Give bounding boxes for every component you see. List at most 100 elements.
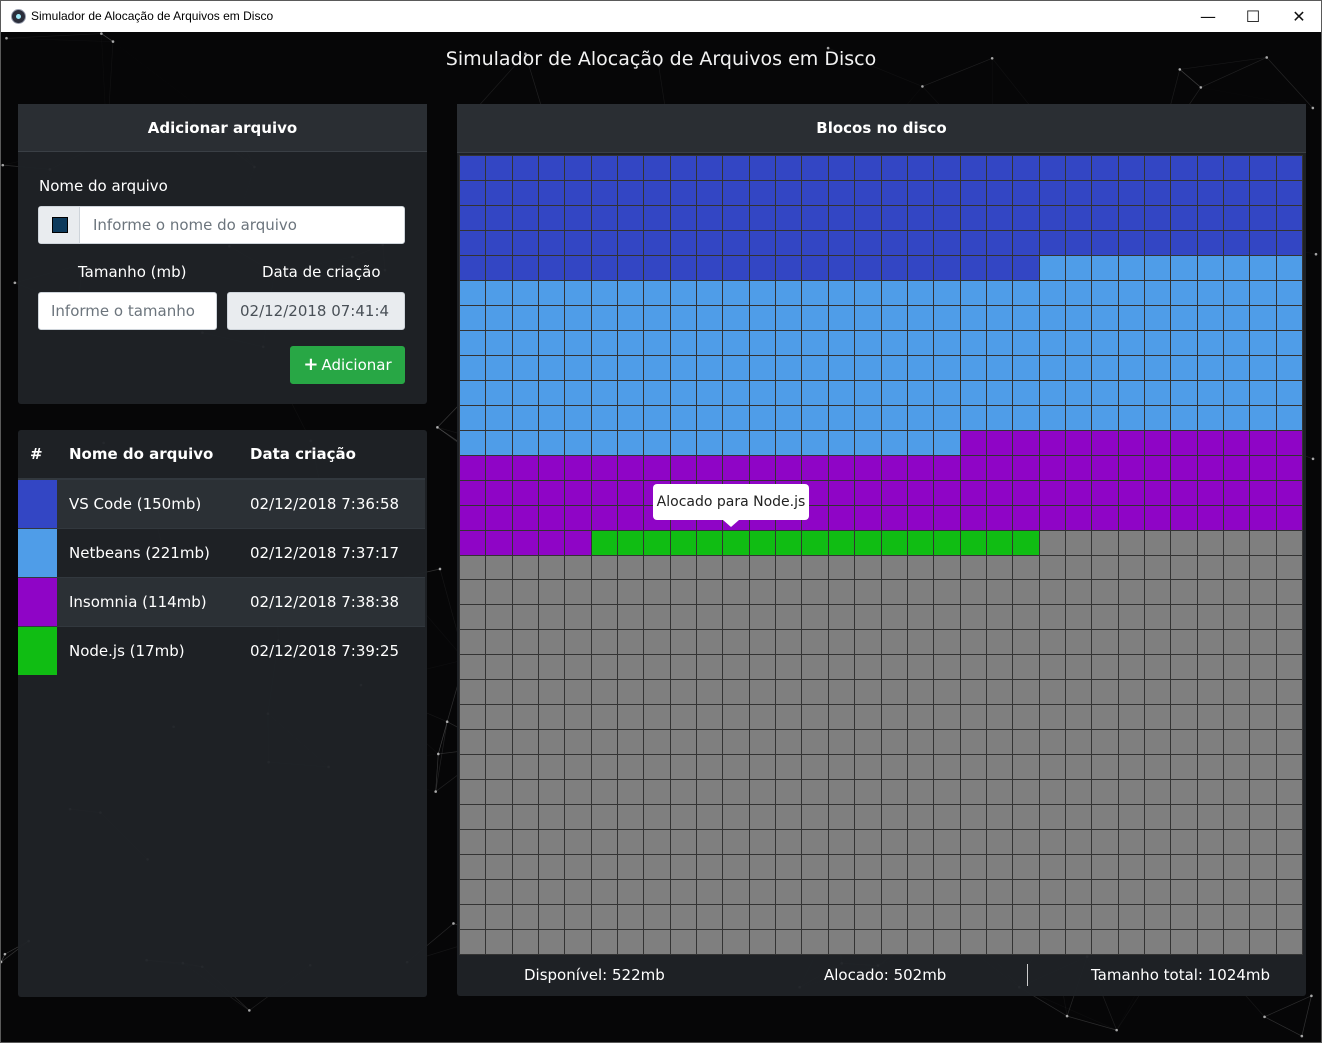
disk-block[interactable] [1039, 355, 1065, 380]
disk-block[interactable] [1171, 480, 1197, 505]
disk-block[interactable] [1197, 180, 1223, 205]
close-button[interactable]: ✕ [1276, 1, 1321, 32]
disk-block[interactable] [644, 755, 670, 780]
disk-block[interactable] [565, 405, 591, 430]
disk-block[interactable] [1250, 580, 1276, 605]
disk-block[interactable] [486, 480, 512, 505]
disk-block[interactable] [644, 830, 670, 855]
disk-block[interactable] [723, 830, 749, 855]
disk-block[interactable] [881, 855, 907, 880]
disk-block[interactable] [749, 405, 776, 430]
disk-block[interactable] [1065, 355, 1092, 380]
disk-block[interactable] [697, 156, 723, 180]
disk-block[interactable] [512, 780, 539, 805]
disk-block[interactable] [512, 605, 539, 630]
disk-block[interactable] [1171, 530, 1197, 555]
disk-block[interactable] [1065, 630, 1092, 655]
disk-block[interactable] [1250, 780, 1276, 805]
disk-block[interactable] [512, 330, 539, 355]
disk-block[interactable] [723, 605, 749, 630]
disk-block[interactable] [1039, 330, 1065, 355]
disk-block[interactable] [591, 805, 618, 830]
disk-block[interactable] [539, 430, 565, 455]
disk-block[interactable] [512, 180, 539, 205]
disk-block[interactable] [539, 555, 565, 580]
disk-block[interactable] [1250, 755, 1276, 780]
disk-block[interactable] [1276, 480, 1302, 505]
disk-block[interactable] [723, 305, 749, 330]
disk-block[interactable] [539, 930, 565, 954]
disk-block[interactable] [828, 280, 855, 305]
disk-block[interactable] [986, 255, 1013, 280]
disk-block[interactable] [986, 180, 1013, 205]
disk-block[interactable] [1065, 405, 1092, 430]
disk-block[interactable] [670, 330, 697, 355]
disk-block[interactable] [1144, 430, 1171, 455]
disk-block[interactable] [1013, 405, 1039, 430]
disk-block[interactable] [565, 730, 591, 755]
disk-block[interactable] [855, 205, 881, 230]
disk-block[interactable] [670, 230, 697, 255]
disk-block[interactable] [1250, 555, 1276, 580]
disk-block[interactable] [907, 405, 934, 430]
disk-block[interactable] [1118, 880, 1144, 905]
disk-block[interactable] [1144, 156, 1171, 180]
disk-block[interactable] [1092, 580, 1118, 605]
disk-block[interactable] [1039, 505, 1065, 530]
disk-block[interactable] [1144, 280, 1171, 305]
disk-block[interactable] [934, 655, 960, 680]
disk-block[interactable] [1013, 905, 1039, 930]
disk-block[interactable] [1144, 830, 1171, 855]
disk-block[interactable] [855, 680, 881, 705]
disk-block[interactable] [776, 780, 802, 805]
disk-block[interactable] [644, 930, 670, 954]
disk-block[interactable] [670, 655, 697, 680]
disk-block[interactable] [565, 355, 591, 380]
disk-block[interactable] [1223, 505, 1250, 530]
disk-block[interactable] [907, 430, 934, 455]
disk-block[interactable] [618, 705, 644, 730]
disk-block[interactable] [618, 930, 644, 954]
disk-block[interactable] [565, 280, 591, 305]
disk-block[interactable] [907, 230, 934, 255]
disk-block[interactable] [460, 855, 486, 880]
table-row[interactable]: Node.js (17mb) 02/12/2018 7:39:25 [18, 626, 425, 676]
disk-block[interactable] [1065, 480, 1092, 505]
disk-block[interactable] [749, 755, 776, 780]
disk-block[interactable] [1276, 305, 1302, 330]
disk-block[interactable] [1039, 580, 1065, 605]
disk-block[interactable] [776, 455, 802, 480]
disk-block[interactable] [723, 580, 749, 605]
disk-block[interactable] [855, 555, 881, 580]
disk-block[interactable] [828, 255, 855, 280]
disk-block[interactable] [723, 380, 749, 405]
disk-block[interactable] [1223, 680, 1250, 705]
disk-block[interactable] [776, 405, 802, 430]
disk-block[interactable] [670, 580, 697, 605]
disk-block[interactable] [539, 855, 565, 880]
disk-block[interactable] [644, 655, 670, 680]
disk-block[interactable] [749, 655, 776, 680]
disk-block[interactable] [512, 805, 539, 830]
disk-block[interactable] [907, 280, 934, 305]
disk-block[interactable] [486, 305, 512, 330]
disk-block[interactable] [1065, 705, 1092, 730]
disk-block[interactable] [539, 405, 565, 430]
disk-block[interactable] [697, 655, 723, 680]
disk-block[interactable] [618, 430, 644, 455]
disk-block[interactable] [539, 880, 565, 905]
disk-block[interactable] [881, 480, 907, 505]
disk-block[interactable] [1118, 330, 1144, 355]
disk-block[interactable] [618, 380, 644, 405]
disk-block[interactable] [1223, 630, 1250, 655]
disk-block[interactable] [1065, 855, 1092, 880]
disk-block[interactable] [723, 780, 749, 805]
disk-block[interactable] [697, 405, 723, 430]
disk-block[interactable] [1013, 305, 1039, 330]
disk-block[interactable] [1065, 156, 1092, 180]
disk-block[interactable] [460, 780, 486, 805]
disk-block[interactable] [1118, 780, 1144, 805]
disk-block[interactable] [670, 156, 697, 180]
disk-block[interactable] [1171, 930, 1197, 954]
disk-block[interactable] [1039, 430, 1065, 455]
